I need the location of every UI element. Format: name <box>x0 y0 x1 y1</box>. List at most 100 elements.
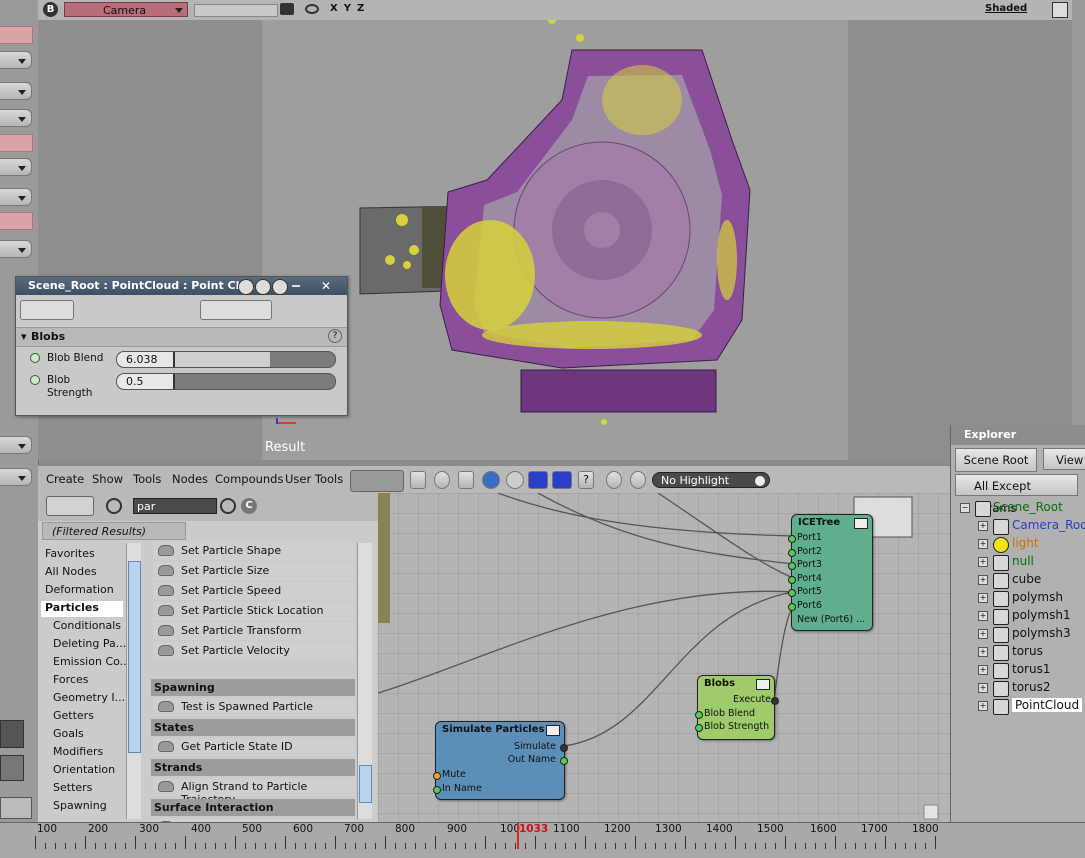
tree-item-scene_root[interactable]: − Scene_Root <box>951 499 1085 517</box>
arrow-left-icon[interactable] <box>528 471 548 489</box>
globe-icon[interactable] <box>482 471 500 489</box>
axis-z-label[interactable]: Z <box>357 3 370 14</box>
node-list-scrollbar[interactable] <box>357 543 372 819</box>
category-deformation[interactable]: Deformation <box>45 583 114 596</box>
blob-blend-slider[interactable]: 6.038 <box>116 351 336 368</box>
animation-dot-icon[interactable] <box>30 375 40 385</box>
help-icon[interactable] <box>272 279 288 295</box>
view-mode-select[interactable] <box>46 496 94 516</box>
icetree-port[interactable]: Port3 <box>797 559 822 570</box>
scope-button[interactable]: Scene Root <box>955 448 1037 472</box>
toolbar-button[interactable] <box>0 468 32 486</box>
subcategory-item[interactable]: Goals <box>53 727 84 740</box>
tree-item-polymsh3[interactable]: + polymsh3 <box>951 625 1085 643</box>
subcategory-item[interactable]: Conditionals <box>53 619 121 632</box>
blobs-input-port[interactable]: Blob Strength <box>704 721 769 732</box>
tree-item-camera_root[interactable]: + Camera_Root <box>951 517 1085 535</box>
input-port-pin[interactable] <box>788 548 796 557</box>
axis-x-label[interactable]: X <box>330 3 344 14</box>
toolbar-button[interactable] <box>0 51 32 69</box>
preset-node-item[interactable]: Set Particle Shape <box>153 542 355 560</box>
toolbar-button[interactable] <box>0 158 32 176</box>
layout-grid-icon[interactable] <box>0 720 24 748</box>
expand-toggle-icon[interactable]: + <box>978 629 988 639</box>
clear-icon[interactable] <box>458 471 474 489</box>
output-port-pin[interactable] <box>771 697 779 705</box>
preset-node-item[interactable]: Align Strand to Particle Trajectory <box>153 778 355 806</box>
help-icon[interactable]: ? <box>578 471 594 489</box>
icetree-port[interactable]: Port1 <box>797 532 822 543</box>
tree-item-torus[interactable]: + torus <box>951 643 1085 661</box>
search-icon[interactable] <box>220 498 236 514</box>
input-port-pin[interactable] <box>788 562 796 571</box>
toolbar-button[interactable] <box>0 188 32 206</box>
tree-item-polymsh[interactable]: + polymsh <box>951 589 1085 607</box>
input-port-pin[interactable] <box>788 575 796 584</box>
timer-reset-icon[interactable] <box>630 471 646 489</box>
param-value-field[interactable]: 0.5 <box>117 374 175 389</box>
viewport-b-button[interactable]: B <box>43 2 58 17</box>
layout-single-icon[interactable] <box>0 755 24 781</box>
preset-node-item[interactable]: Set Particle Size <box>153 562 355 580</box>
axis-y-label[interactable]: Y <box>344 3 357 14</box>
menu-user-tools[interactable]: User Tools <box>285 472 343 486</box>
expand-toggle-icon[interactable]: + <box>978 539 988 549</box>
tree-item-light[interactable]: + light <box>951 535 1085 553</box>
tree-item-polymsh1[interactable]: + polymsh1 <box>951 607 1085 625</box>
toolbar-button[interactable] <box>0 82 32 100</box>
menu-nodes[interactable]: Nodes <box>172 472 208 486</box>
input-port-pin[interactable] <box>695 711 703 719</box>
tree-item-cube[interactable]: + cube <box>951 571 1085 589</box>
blobs-section-header[interactable]: ▾ Blobs ? <box>16 327 347 347</box>
input-port-pin[interactable] <box>433 772 441 780</box>
close-icon[interactable]: ✕ <box>321 277 331 295</box>
timer-icon[interactable] <box>606 471 622 489</box>
icetree-port[interactable]: Port5 <box>797 586 822 597</box>
camera-icon[interactable] <box>280 3 294 15</box>
icetree-port[interactable]: Port6 <box>797 600 822 611</box>
property-editor-titlebar[interactable]: Scene_Root : PointCloud : Point Clo... ✕ <box>16 277 347 295</box>
icetree-node[interactable]: ICETree Port1 Port2 Port3 Port4 Port5 Port6 New… <box>788 514 873 631</box>
dialog-tool-icons[interactable] <box>280 300 338 318</box>
tree-item-null[interactable]: + null <box>951 553 1085 571</box>
node-search-input[interactable]: par <box>133 498 217 514</box>
help-icon[interactable]: ? <box>328 329 342 343</box>
subcategory-item[interactable]: Spawning <box>53 799 107 812</box>
subcategory-item[interactable]: Getters <box>53 709 94 722</box>
viewport-view-buttons[interactable] <box>194 4 278 17</box>
expand-toggle-icon[interactable]: + <box>978 701 988 711</box>
icetree-port[interactable]: New (Port6) ... <box>797 614 865 625</box>
node-menu-icon[interactable] <box>756 679 770 690</box>
shading-mode-menu[interactable]: Shaded <box>985 3 1027 14</box>
axis-toggle[interactable]: XYZ <box>330 3 370 14</box>
highlight-select[interactable]: No Highlight <box>652 472 770 488</box>
param-value-field[interactable]: 6.038 <box>117 352 175 367</box>
ice-toolbar-icons[interactable]: ? <box>410 469 646 491</box>
node-menu-icon[interactable] <box>854 518 868 529</box>
expand-toggle-icon[interactable]: + <box>978 557 988 567</box>
input-port-pin[interactable] <box>433 786 441 794</box>
icetree-port[interactable]: Port2 <box>797 546 822 557</box>
expand-toggle-icon[interactable]: + <box>978 593 988 603</box>
subcategory-item[interactable]: Modifiers <box>53 745 103 758</box>
sphere-icon[interactable] <box>506 471 524 489</box>
filter-select[interactable]: All Except Params <box>955 474 1078 515</box>
preset-node-item[interactable]: Set Particle Transform <box>153 622 355 640</box>
preset-node-item[interactable]: Set Particle Stick Location <box>153 602 355 620</box>
maximize-viewport-icon[interactable] <box>1052 2 1068 18</box>
ice-layout-buttons[interactable] <box>350 470 404 492</box>
expand-toggle-icon[interactable]: + <box>978 611 988 621</box>
simulate-output-port[interactable]: Simulate <box>514 741 556 752</box>
tree-item-pointcloud[interactable]: + PointCloud <box>951 697 1085 715</box>
refresh-icon[interactable] <box>255 279 271 295</box>
preset-node-item[interactable]: Set Particle Speed <box>153 582 355 600</box>
node-list-scrollbar-thumb[interactable] <box>359 765 372 803</box>
view-button[interactable]: View <box>1043 448 1085 470</box>
category-particles[interactable]: Particles <box>41 601 123 617</box>
ice-tree-graph[interactable]: ICETree Port1 Port2 Port3 Port4 Port5 Port6 New… <box>378 493 950 822</box>
lock-icon[interactable] <box>238 279 254 295</box>
preset-buttons[interactable] <box>200 300 272 320</box>
blobs-node[interactable]: Blobs Execute Blob Blend Blob Strength <box>695 675 779 740</box>
input-port-pin[interactable] <box>788 589 796 598</box>
blobs-input-port[interactable]: Blob Blend <box>704 708 755 719</box>
